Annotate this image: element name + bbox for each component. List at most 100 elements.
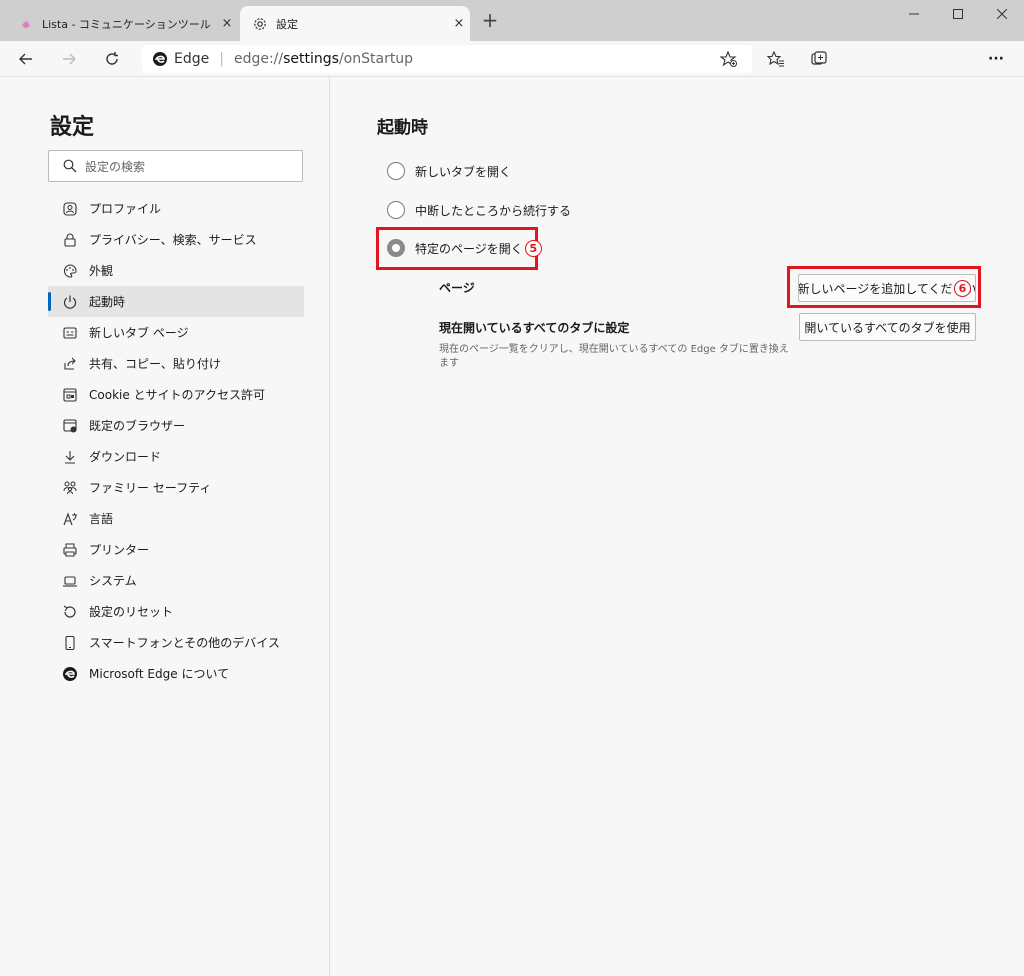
collections-button[interactable] bbox=[805, 45, 833, 73]
use-all-tabs-description: 現在のページ一覧をクリアし、現在開いているすべての Edge タブに置き換えます bbox=[439, 344, 789, 369]
close-tab-icon[interactable]: × bbox=[448, 16, 470, 31]
sidebar-item-label: 新しいタブ ページ bbox=[89, 326, 189, 340]
sidebar-item-new-tab-page[interactable]: 新しいタブ ページ bbox=[48, 317, 304, 348]
radio-button[interactable] bbox=[387, 201, 405, 219]
address-separator: | bbox=[219, 51, 224, 67]
download-icon bbox=[62, 449, 78, 465]
add-new-page-button[interactable]: 新しいページを追加してください bbox=[798, 274, 976, 302]
sidebar-item-appearance[interactable]: 外観 bbox=[48, 255, 304, 286]
profile-icon bbox=[62, 201, 78, 217]
sidebar-item-label: 外観 bbox=[89, 264, 114, 278]
sidebar-title: 設定 bbox=[50, 115, 95, 140]
edge-logo-icon bbox=[62, 666, 78, 682]
tab-title: 設定 bbox=[276, 17, 298, 31]
sidebar-item-privacy[interactable]: プライバシー、検索、サービス bbox=[48, 224, 304, 255]
sidebar-item-label: 既定のブラウザー bbox=[89, 419, 186, 433]
sidebar-item-label: Microsoft Edge について bbox=[89, 667, 230, 681]
tab-title: Lista - コミュニケーションツール bbox=[42, 17, 211, 31]
sidebar-item-share-copy-paste[interactable]: 共有、コピー、貼り付け bbox=[48, 348, 304, 379]
share-icon bbox=[62, 356, 78, 372]
arrow-right-icon bbox=[63, 53, 76, 65]
sidebar-item-system[interactable]: システム bbox=[48, 565, 304, 596]
new-tab-page-icon bbox=[62, 325, 78, 341]
favorites-button[interactable] bbox=[762, 45, 790, 73]
sidebar-item-downloads[interactable]: ダウンロード bbox=[48, 441, 304, 472]
more-menu-button[interactable]: ··· bbox=[982, 45, 1010, 73]
default-browser-icon bbox=[62, 418, 78, 434]
radio-button[interactable] bbox=[387, 162, 405, 180]
sidebar-item-printers[interactable]: プリンター bbox=[48, 534, 304, 565]
collections-icon bbox=[811, 51, 827, 65]
sidebar-item-label: ファミリー セーフティ bbox=[89, 481, 212, 495]
search-placeholder: 設定の検索 bbox=[85, 159, 146, 174]
pages-label: ページ bbox=[439, 281, 475, 295]
button-label: 開いているすべてのタブを使用 bbox=[804, 320, 971, 335]
language-icon bbox=[62, 511, 78, 527]
sidebar-item-reset-settings[interactable]: 設定のリセット bbox=[48, 596, 304, 627]
minimize-button[interactable] bbox=[892, 0, 936, 28]
sidebar-item-label: 起動時 bbox=[89, 295, 126, 309]
option-open-new-tab[interactable]: 新しいタブを開く bbox=[387, 162, 511, 180]
sidebar-item-on-startup[interactable]: 起動時 bbox=[48, 286, 304, 317]
option-label: 特定のページを開く bbox=[415, 241, 523, 256]
sidebar-item-phone-devices[interactable]: スマートフォンとその他のデバイス bbox=[48, 627, 304, 658]
add-favorite-icon[interactable] bbox=[720, 50, 738, 68]
forward-button[interactable] bbox=[55, 45, 83, 73]
option-label: 中断したところから続行する bbox=[415, 203, 572, 218]
option-continue-where-left-off[interactable]: 中断したところから続行する bbox=[387, 201, 571, 219]
lock-icon bbox=[62, 232, 78, 248]
option-open-specific-pages[interactable]: 特定のページを開く 5 bbox=[387, 239, 542, 257]
phone-icon bbox=[62, 635, 78, 651]
sidebar-item-label: ダウンロード bbox=[89, 450, 162, 464]
settings-search-input[interactable]: 設定の検索 bbox=[48, 150, 303, 182]
tab-lista[interactable]: Lista - コミュニケーションツール × bbox=[6, 6, 238, 41]
family-icon bbox=[62, 480, 78, 496]
sidebar-item-default-browser[interactable]: 既定のブラウザー bbox=[48, 410, 304, 441]
close-tab-icon[interactable]: × bbox=[216, 16, 238, 31]
sidebar-item-about-edge[interactable]: Microsoft Edge について bbox=[48, 658, 304, 689]
arrow-left-icon bbox=[19, 53, 32, 65]
back-button[interactable] bbox=[12, 45, 40, 73]
minimize-icon bbox=[909, 13, 919, 15]
sidebar-item-label: システム bbox=[89, 574, 137, 588]
close-icon bbox=[997, 9, 1007, 19]
sidebar-item-label: Cookie とサイトのアクセス許可 bbox=[89, 388, 265, 402]
edge-logo-icon bbox=[153, 52, 167, 66]
sidebar-item-label: プリンター bbox=[89, 543, 150, 557]
sidebar-item-languages[interactable]: 言語 bbox=[48, 503, 304, 534]
reset-icon bbox=[62, 604, 78, 620]
gear-icon bbox=[254, 17, 266, 30]
refresh-button[interactable] bbox=[98, 45, 126, 73]
sidebar-item-label: スマートフォンとその他のデバイス bbox=[89, 636, 280, 650]
new-tab-button[interactable]: + bbox=[478, 8, 502, 32]
toolbar: Edge | edge://settings/onStartup ··· bbox=[0, 41, 1024, 77]
option-label: 新しいタブを開く bbox=[415, 164, 512, 179]
maximize-icon bbox=[953, 9, 963, 19]
settings-sidebar: 設定 設定の検索 プロファイル プライバシー、検索、サービス 外観 起動時 新し… bbox=[0, 77, 330, 976]
close-window-button[interactable] bbox=[980, 0, 1024, 28]
sidebar-item-cookies[interactable]: Cookie とサイトのアクセス許可 bbox=[48, 379, 304, 410]
radio-button-selected[interactable] bbox=[387, 239, 405, 257]
sidebar-item-label: 言語 bbox=[89, 512, 114, 526]
sidebar-item-label: 設定のリセット bbox=[89, 605, 174, 619]
tab-settings[interactable]: 設定 × bbox=[240, 6, 470, 41]
settings-content: 起動時 新しいタブを開く 中断したところから続行する 特定のページを開く 5 ペ… bbox=[330, 77, 1024, 976]
use-all-open-tabs-button[interactable]: 開いているすべてのタブを使用 bbox=[799, 313, 976, 341]
annotation-mark-5: 5 bbox=[524, 239, 542, 257]
cookie-icon bbox=[62, 387, 78, 403]
page-title: 起動時 bbox=[377, 118, 428, 138]
annotation-mark-6: 6 bbox=[954, 280, 971, 297]
sidebar-item-profiles[interactable]: プロファイル bbox=[48, 193, 304, 224]
settings-nav: プロファイル プライバシー、検索、サービス 外観 起動時 新しいタブ ページ 共… bbox=[48, 193, 304, 689]
button-label: 新しいページを追加してください bbox=[798, 281, 976, 296]
maximize-button[interactable] bbox=[936, 0, 980, 28]
tab-strip: Lista - コミュニケーションツール × 設定 × + bbox=[0, 0, 1024, 41]
refresh-icon bbox=[106, 52, 118, 65]
lista-favicon-icon bbox=[21, 18, 31, 28]
site-label: Edge bbox=[174, 51, 210, 67]
power-icon bbox=[62, 294, 78, 310]
address-bar[interactable]: Edge | edge://settings/onStartup bbox=[142, 45, 752, 73]
sidebar-item-label: 共有、コピー、貼り付け bbox=[89, 357, 221, 371]
sidebar-item-family-safety[interactable]: ファミリー セーフティ bbox=[48, 472, 304, 503]
use-all-tabs-title: 現在開いているすべてのタブに設定 bbox=[439, 321, 630, 335]
